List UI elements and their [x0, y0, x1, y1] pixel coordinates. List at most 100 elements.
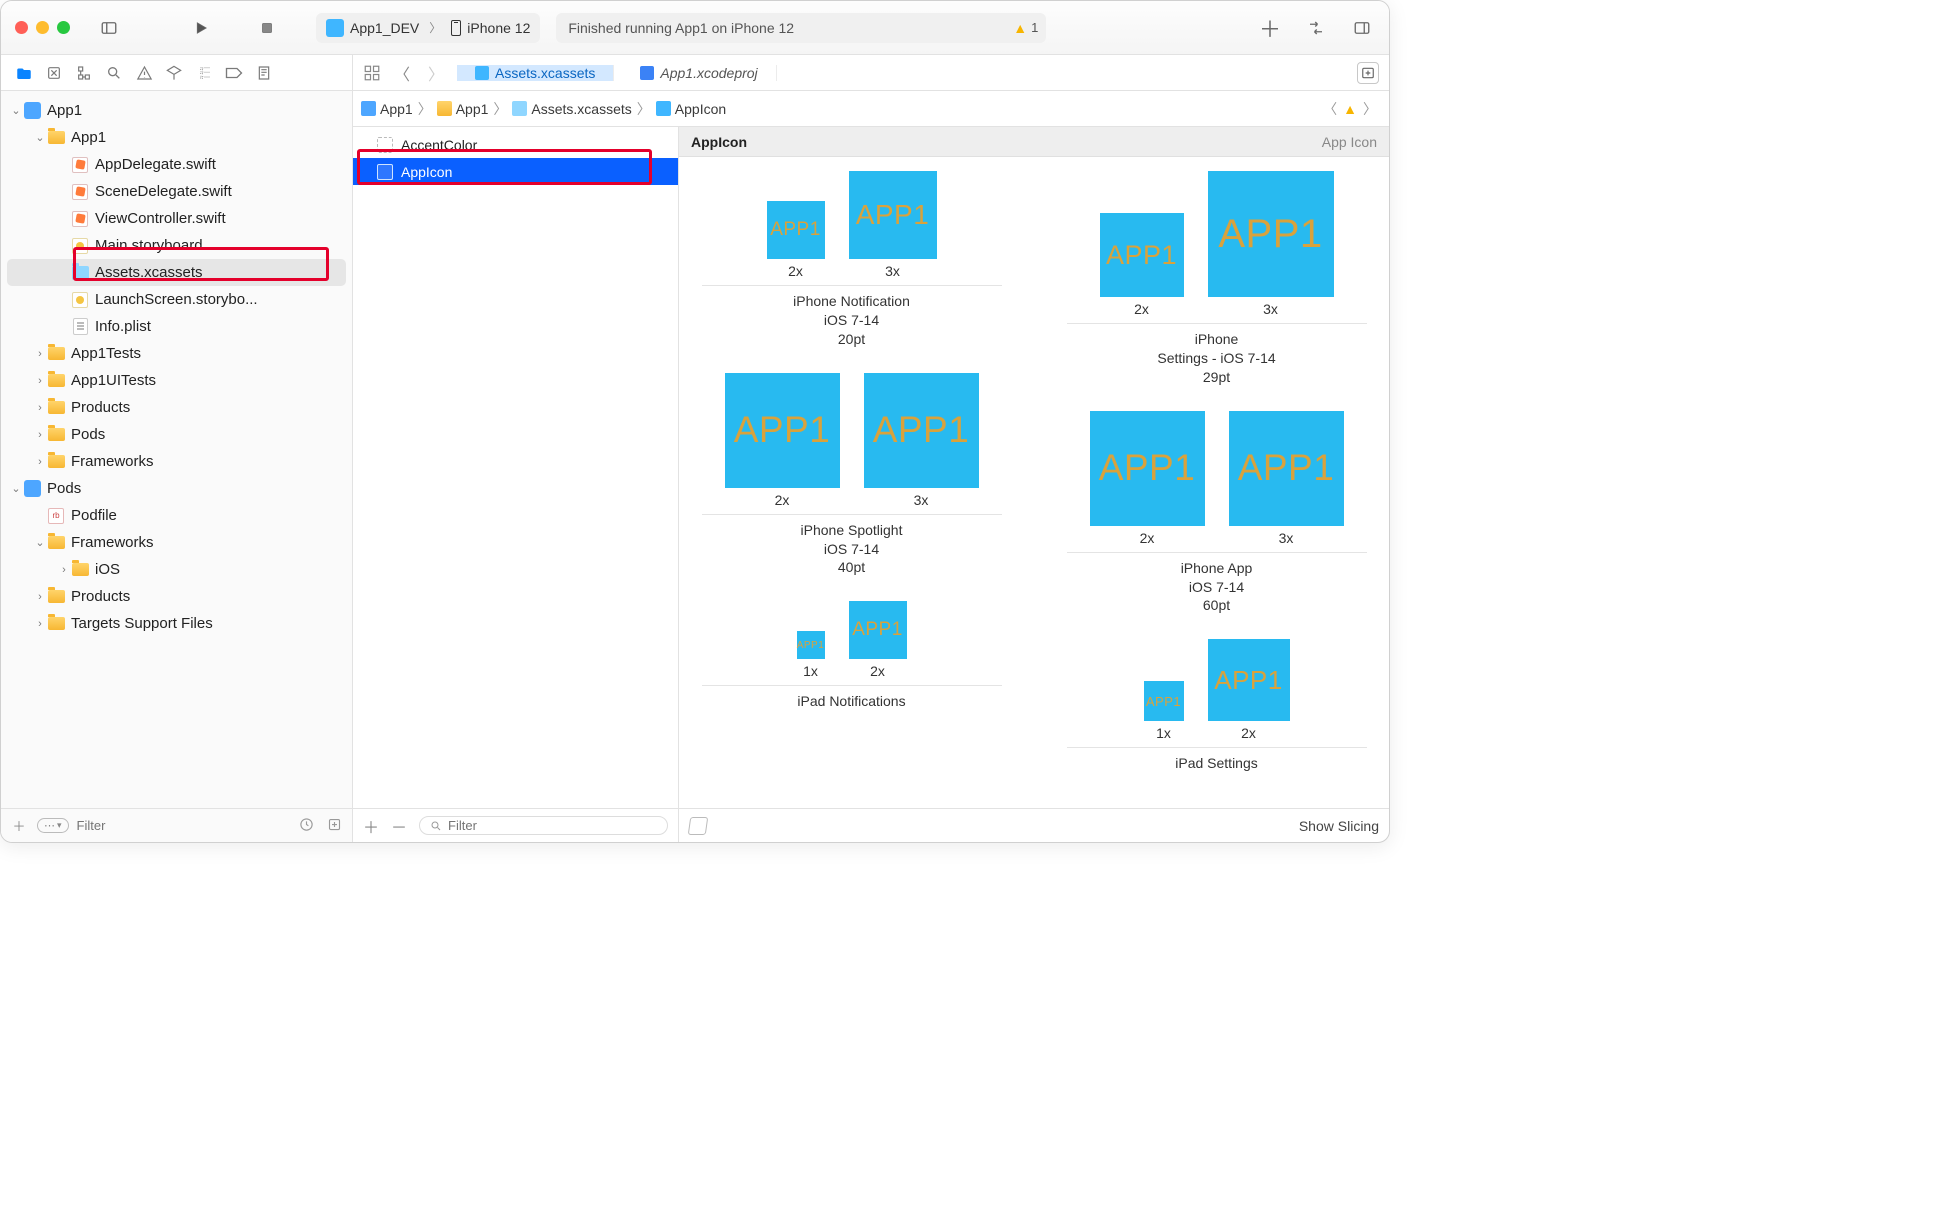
appicon-tile[interactable]: APP1 [849, 601, 907, 659]
appicon-tile[interactable]: APP1 [1208, 171, 1334, 297]
disclosure-icon[interactable]: › [33, 456, 47, 468]
test-navigator-icon[interactable] [161, 61, 187, 85]
icon-slot[interactable]: APP11x [797, 631, 825, 679]
disclosure-icon[interactable]: ⌄ [33, 536, 47, 549]
tree-folder[interactable]: › App1Tests [1, 340, 352, 367]
tree-file[interactable]: rb Podfile [1, 502, 352, 529]
source-control-navigator-icon[interactable] [41, 61, 67, 85]
jumpbar-segment[interactable]: App1 [380, 101, 413, 117]
find-navigator-icon[interactable] [101, 61, 127, 85]
disclosure-icon[interactable]: › [33, 375, 47, 387]
jumpbar-segment[interactable]: App1 [456, 101, 489, 117]
related-items-icon[interactable] [363, 64, 381, 82]
tree-file[interactable]: Info.plist [1, 313, 352, 340]
history-forward-button[interactable]: 〉 [423, 62, 449, 84]
asset-canvas[interactable]: APP12xAPP13xiPhone NotificationiOS 7-142… [679, 157, 1389, 808]
jumpbar-segment[interactable]: Assets.xcassets [531, 101, 631, 117]
jumpbar-segment[interactable]: AppIcon [675, 101, 726, 117]
icon-slot[interactable]: APP13x [864, 373, 979, 508]
stop-button[interactable] [254, 17, 280, 39]
sidebar-toggle-icon[interactable] [96, 17, 122, 39]
asset-row-appicon[interactable]: AppIcon [353, 158, 678, 185]
appicon-tile[interactable]: APP1 [1208, 639, 1290, 721]
minimize-window-button[interactable] [36, 21, 49, 34]
remove-asset-button[interactable]: － [391, 814, 407, 838]
disclosure-icon[interactable]: › [33, 618, 47, 630]
jumpbar-forward[interactable]: 〉 [1359, 99, 1381, 119]
icon-slot[interactable]: APP12x [849, 601, 907, 679]
disclosure-icon[interactable]: ⌄ [9, 482, 23, 495]
disclosure-icon[interactable]: ⌄ [9, 104, 23, 117]
file-tree[interactable]: ⌄ App1 ⌄ App1 AppDelegate.swift SceneDel… [1, 91, 352, 808]
tree-file[interactable]: SceneDelegate.swift [1, 178, 352, 205]
breakpoint-navigator-icon[interactable] [221, 61, 247, 85]
tree-root-pods[interactable]: ⌄ Pods [1, 475, 352, 502]
show-slicing-button[interactable]: Show Slicing [1299, 818, 1379, 834]
appicon-tile[interactable]: APP1 [849, 171, 937, 259]
tree-file[interactable]: LaunchScreen.storybo... [1, 286, 352, 313]
symbol-navigator-icon[interactable] [71, 61, 97, 85]
asset-filter-input[interactable] [448, 818, 657, 833]
tree-folder[interactable]: › Frameworks [1, 448, 352, 475]
appicon-tile[interactable]: APP1 [797, 631, 825, 659]
tree-file[interactable]: Main.storyboard [1, 232, 352, 259]
scm-filter-button[interactable]: ⋯▾ [37, 818, 69, 833]
disclosure-icon[interactable]: ⌄ [33, 131, 47, 144]
warnings-badge[interactable]: ▲ 1 [1013, 20, 1038, 36]
library-button[interactable]: ＋ [1257, 17, 1283, 39]
appicon-tile[interactable]: APP1 [767, 201, 825, 259]
asset-row-accentcolor[interactable]: AccentColor [353, 131, 678, 158]
code-review-button[interactable] [1303, 17, 1329, 39]
slicing-icon[interactable] [688, 817, 709, 835]
icon-slot[interactable]: APP13x [1229, 411, 1344, 546]
tree-root-app1[interactable]: ⌄ App1 [1, 97, 352, 124]
icon-slot[interactable]: APP12x [1090, 411, 1205, 546]
jump-bar[interactable]: App1 〉 App1 〉 Assets.xcassets 〉 AppIcon … [353, 91, 1389, 127]
tab-project[interactable]: App1.xcodeproj [622, 65, 776, 81]
disclosure-icon[interactable]: › [33, 591, 47, 603]
tree-folder[interactable]: › App1UITests [1, 367, 352, 394]
report-navigator-icon[interactable] [251, 61, 277, 85]
icon-slot[interactable]: APP11x [1144, 681, 1184, 741]
tree-folder[interactable]: › iOS [1, 556, 352, 583]
close-window-button[interactable] [15, 21, 28, 34]
icon-slot[interactable]: APP12x [1208, 639, 1290, 741]
appicon-tile[interactable]: APP1 [725, 373, 840, 488]
tree-folder[interactable]: › Targets Support Files [1, 610, 352, 637]
scm-status-filter-icon[interactable] [324, 817, 344, 835]
recent-filter-icon[interactable] [296, 817, 316, 835]
tree-folder[interactable]: › Pods [1, 421, 352, 448]
tree-folder[interactable]: › Products [1, 394, 352, 421]
jumpbar-back[interactable]: 〈 [1319, 99, 1341, 119]
tree-folder-app1[interactable]: ⌄ App1 [1, 124, 352, 151]
asset-list[interactable]: AccentColor AppIcon [353, 127, 678, 808]
navigator-filter-input[interactable] [77, 818, 288, 833]
tree-file-assets[interactable]: Assets.xcassets [7, 259, 346, 286]
icon-slot[interactable]: APP13x [849, 171, 937, 279]
project-navigator-icon[interactable] [11, 61, 37, 85]
appicon-tile[interactable]: APP1 [864, 373, 979, 488]
add-asset-button[interactable]: ＋ [363, 814, 379, 838]
disclosure-icon[interactable]: › [33, 429, 47, 441]
icon-slot[interactable]: APP12x [1100, 213, 1184, 317]
tree-folder[interactable]: ⌄ Frameworks [1, 529, 352, 556]
add-button[interactable]: ＋ [9, 816, 29, 835]
editor-options-button[interactable] [1357, 62, 1379, 84]
inspectors-toggle-icon[interactable] [1349, 17, 1375, 39]
appicon-tile[interactable]: APP1 [1229, 411, 1344, 526]
disclosure-icon[interactable]: › [57, 564, 71, 576]
appicon-tile[interactable]: APP1 [1100, 213, 1184, 297]
icon-slot[interactable]: APP13x [1208, 171, 1334, 317]
zoom-window-button[interactable] [57, 21, 70, 34]
activity-viewer[interactable]: Finished running App1 on iPhone 12 ▲ 1 [556, 13, 1046, 43]
tree-file[interactable]: ViewController.swift [1, 205, 352, 232]
appicon-tile[interactable]: APP1 [1090, 411, 1205, 526]
debug-navigator-icon[interactable] [191, 61, 217, 85]
disclosure-icon[interactable]: › [33, 348, 47, 360]
icon-slot[interactable]: APP12x [767, 201, 825, 279]
run-button[interactable] [188, 17, 214, 39]
warning-icon[interactable]: ▲ [1343, 101, 1357, 117]
scheme-selector[interactable]: App1_DEV 〉 iPhone 12 [316, 13, 540, 43]
history-back-button[interactable]: 〈 [389, 62, 415, 84]
asset-filter[interactable] [419, 816, 668, 835]
